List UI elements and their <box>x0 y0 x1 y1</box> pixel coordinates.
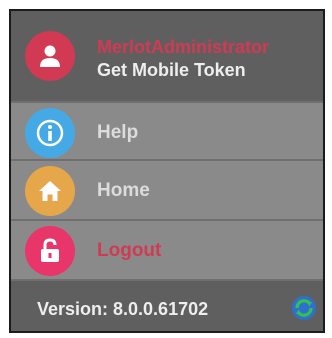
user-header: MerlotAdministrator Get Mobile Token <box>11 11 323 101</box>
info-icon <box>36 119 64 147</box>
version-text: Version: 8.0.0.61702 <box>37 299 209 319</box>
menu-item-label: Logout <box>97 240 162 261</box>
menu-list: Help Home Logout <box>11 101 323 281</box>
menu-item-home[interactable]: Home <box>11 161 323 221</box>
home-icon <box>39 181 61 201</box>
menu-item-label: Home <box>97 180 150 201</box>
get-mobile-token-link[interactable]: Get Mobile Token <box>97 60 246 81</box>
logout-icon-circle <box>25 226 75 276</box>
user-name: MerlotAdministrator <box>97 37 270 57</box>
user-icon <box>40 45 60 67</box>
home-icon-circle <box>25 166 75 216</box>
refresh-icon <box>292 296 316 320</box>
menu-item-label: Help <box>97 122 139 143</box>
avatar <box>25 31 75 81</box>
refresh-button[interactable] <box>291 295 317 321</box>
footer: Version: 8.0.0.61702 <box>11 289 323 331</box>
help-icon-circle <box>25 108 75 158</box>
unlock-icon <box>41 238 59 262</box>
side-menu-panel: MerlotAdministrator Get Mobile Token Hel… <box>9 9 325 333</box>
menu-item-help[interactable]: Help <box>11 101 323 161</box>
menu-item-logout[interactable]: Logout <box>11 221 323 281</box>
